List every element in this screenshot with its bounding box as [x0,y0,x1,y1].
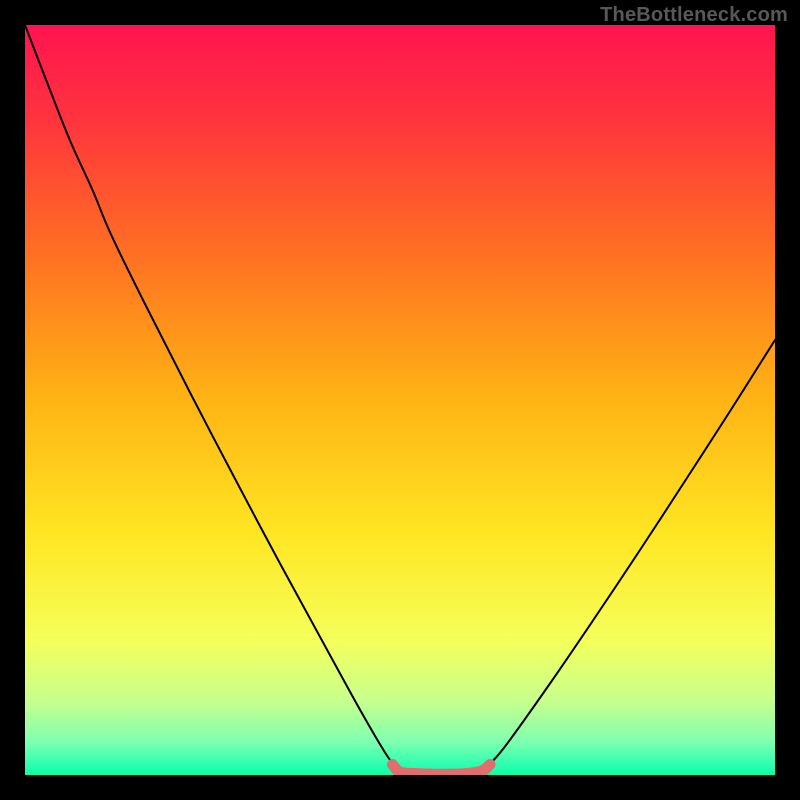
chart-background [25,25,775,775]
chart-plot-area [25,25,775,775]
watermark-text: TheBottleneck.com [600,4,788,27]
chart-svg [25,25,775,775]
